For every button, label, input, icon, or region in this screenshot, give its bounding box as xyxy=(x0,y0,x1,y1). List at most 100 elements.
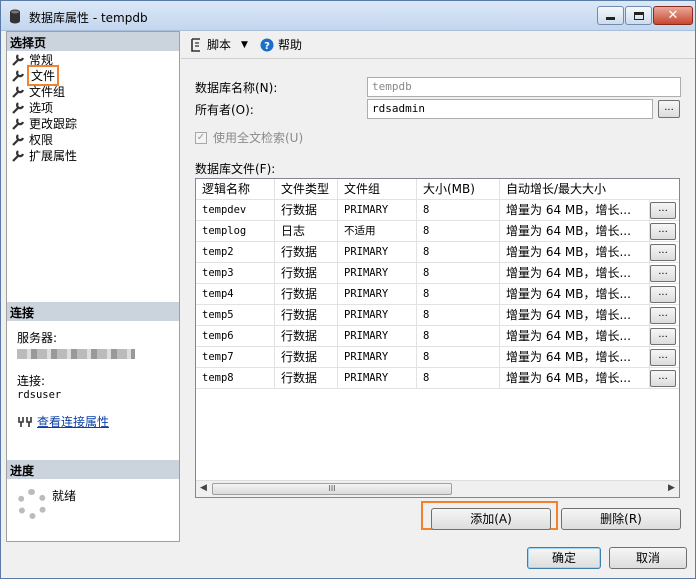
cell-group[interactable]: PRIMARY xyxy=(338,305,417,326)
cell-name[interactable]: tempdev xyxy=(196,200,275,221)
cell-growth[interactable]: 增量为 64 MB，增长... xyxy=(500,242,650,263)
table-row[interactable]: temp4 行数据 PRIMARY 8 增量为 64 MB，增长...... xyxy=(196,284,679,305)
connection-header: 连接 xyxy=(7,302,179,321)
cell-growth[interactable]: 增量为 64 MB，增长... xyxy=(500,368,650,389)
cell-growth[interactable]: 增量为 64 MB，增长... xyxy=(500,200,650,221)
autogrowth-browse-button[interactable]: ... xyxy=(650,286,676,303)
horizontal-scrollbar[interactable]: ◀ III ▶ xyxy=(196,480,679,497)
nav-item-label: 权限 xyxy=(29,132,54,147)
autogrowth-browse-button[interactable]: ... xyxy=(650,349,676,366)
cell-name[interactable]: temp2 xyxy=(196,242,275,263)
table-row[interactable]: temp2 行数据 PRIMARY 8 增量为 64 MB，增长...... xyxy=(196,242,679,263)
cell-name[interactable]: temp7 xyxy=(196,347,275,368)
nav-item-permissions[interactable]: 权限 xyxy=(11,131,171,147)
cancel-button[interactable]: 取消 xyxy=(609,547,687,569)
close-button[interactable]: ✕ xyxy=(653,6,693,25)
nav-item-extended-properties[interactable]: 扩展属性 xyxy=(11,147,171,163)
script-button[interactable]: 脚本 ▼ xyxy=(189,36,248,53)
cell-group[interactable]: PRIMARY xyxy=(338,242,417,263)
cell-type[interactable]: 日志 xyxy=(275,221,338,242)
cell-growth[interactable]: 增量为 64 MB，增长... xyxy=(500,263,650,284)
ok-button[interactable]: 确定 xyxy=(527,547,601,569)
cell-type[interactable]: 行数据 xyxy=(275,242,338,263)
nav-item-files[interactable]: 文件 xyxy=(11,64,171,86)
nav-item-filegroups[interactable]: 文件组 xyxy=(11,83,171,99)
column-header[interactable]: 大小(MB) xyxy=(417,179,500,200)
minimize-button[interactable] xyxy=(597,6,624,25)
help-button[interactable]: ? 帮助 xyxy=(260,36,302,53)
fulltext-label: 使用全文检索(U) xyxy=(213,131,304,145)
autogrowth-browse-button[interactable]: ... xyxy=(650,370,676,387)
cell-group[interactable]: PRIMARY xyxy=(338,368,417,389)
cell-name[interactable]: templog xyxy=(196,221,275,242)
autogrowth-browse-button[interactable]: ... xyxy=(650,307,676,324)
cell-name[interactable]: temp6 xyxy=(196,326,275,347)
cell-size[interactable]: 8 xyxy=(417,263,500,284)
table-row[interactable]: temp8 行数据 PRIMARY 8 增量为 64 MB，增长...... xyxy=(196,368,679,389)
cell-group[interactable]: PRIMARY xyxy=(338,200,417,221)
cell-size[interactable]: 8 xyxy=(417,200,500,221)
cell-growth[interactable]: 增量为 64 MB，增长... xyxy=(500,284,650,305)
cell-type[interactable]: 行数据 xyxy=(275,347,338,368)
column-header[interactable]: 逻辑名称 xyxy=(196,179,275,200)
scroll-left-icon[interactable]: ◀ xyxy=(200,483,207,493)
scroll-thumb[interactable]: III xyxy=(212,483,452,495)
autogrowth-browse-button[interactable]: ... xyxy=(650,244,676,261)
help-icon: ? xyxy=(260,38,274,52)
cell-size[interactable]: 8 xyxy=(417,326,500,347)
scroll-right-icon[interactable]: ▶ xyxy=(668,483,675,493)
column-header[interactable]: 文件组 xyxy=(338,179,417,200)
cell-group[interactable]: PRIMARY xyxy=(338,263,417,284)
close-icon: ✕ xyxy=(667,8,679,23)
cell-type[interactable]: 行数据 xyxy=(275,326,338,347)
svg-text:?: ? xyxy=(264,41,270,52)
cell-name[interactable]: temp3 xyxy=(196,263,275,284)
cell-group[interactable]: PRIMARY xyxy=(338,347,417,368)
autogrowth-browse-button[interactable]: ... xyxy=(650,202,676,219)
table-row[interactable]: temp7 行数据 PRIMARY 8 增量为 64 MB，增长...... xyxy=(196,347,679,368)
owner-field[interactable]: rdsadmin xyxy=(367,99,653,119)
cell-type[interactable]: 行数据 xyxy=(275,368,338,389)
add-button[interactable]: 添加(A) xyxy=(431,508,551,530)
cell-growth[interactable]: 增量为 64 MB，增长... xyxy=(500,347,650,368)
cell-size[interactable]: 8 xyxy=(417,368,500,389)
column-header[interactable]: 自动增长/最大大小 xyxy=(500,179,679,200)
connection-properties-icon xyxy=(18,417,32,427)
cell-name[interactable]: temp5 xyxy=(196,305,275,326)
nav-item-change-tracking[interactable]: 更改跟踪 xyxy=(11,115,171,131)
autogrowth-browse-button[interactable]: ... xyxy=(650,328,676,345)
cell-size[interactable]: 8 xyxy=(417,284,500,305)
column-header[interactable]: 文件类型 xyxy=(275,179,338,200)
view-connection-properties-link[interactable]: 查看连接属性 xyxy=(37,413,109,430)
cell-group[interactable]: 不适用 xyxy=(338,221,417,242)
cell-group[interactable]: PRIMARY xyxy=(338,326,417,347)
cell-size[interactable]: 8 xyxy=(417,221,500,242)
nav-item-general[interactable]: 常规 xyxy=(11,51,171,67)
maximize-button[interactable] xyxy=(625,6,652,25)
cell-type[interactable]: 行数据 xyxy=(275,263,338,284)
cell-size[interactable]: 8 xyxy=(417,242,500,263)
nav-item-options[interactable]: 选项 xyxy=(11,99,171,115)
cell-size[interactable]: 8 xyxy=(417,347,500,368)
cell-type[interactable]: 行数据 xyxy=(275,305,338,326)
owner-browse-button[interactable]: ... xyxy=(658,100,680,118)
table-row[interactable]: tempdev 行数据 PRIMARY 8 增量为 64 MB，增长...... xyxy=(196,200,679,221)
cell-name[interactable]: temp4 xyxy=(196,284,275,305)
cell-growth[interactable]: 增量为 64 MB，增长... xyxy=(500,305,650,326)
cell-size[interactable]: 8 xyxy=(417,305,500,326)
wrench-icon xyxy=(12,101,25,114)
table-row[interactable]: temp6 行数据 PRIMARY 8 增量为 64 MB，增长...... xyxy=(196,326,679,347)
cell-type[interactable]: 行数据 xyxy=(275,284,338,305)
table-row[interactable]: temp5 行数据 PRIMARY 8 增量为 64 MB，增长...... xyxy=(196,305,679,326)
cell-growth[interactable]: 增量为 64 MB，增长... xyxy=(500,221,650,242)
autogrowth-browse-button[interactable]: ... xyxy=(650,265,676,282)
table-row[interactable]: templog 日志 不适用 8 增量为 64 MB，增长...... xyxy=(196,221,679,242)
dropdown-arrow-icon[interactable]: ▼ xyxy=(241,40,248,50)
cell-growth[interactable]: 增量为 64 MB，增长... xyxy=(500,326,650,347)
table-row[interactable]: temp3 行数据 PRIMARY 8 增量为 64 MB，增长...... xyxy=(196,263,679,284)
cell-type[interactable]: 行数据 xyxy=(275,200,338,221)
cell-group[interactable]: PRIMARY xyxy=(338,284,417,305)
autogrowth-browse-button[interactable]: ... xyxy=(650,223,676,240)
cell-name[interactable]: temp8 xyxy=(196,368,275,389)
remove-button[interactable]: 删除(R) xyxy=(561,508,681,530)
